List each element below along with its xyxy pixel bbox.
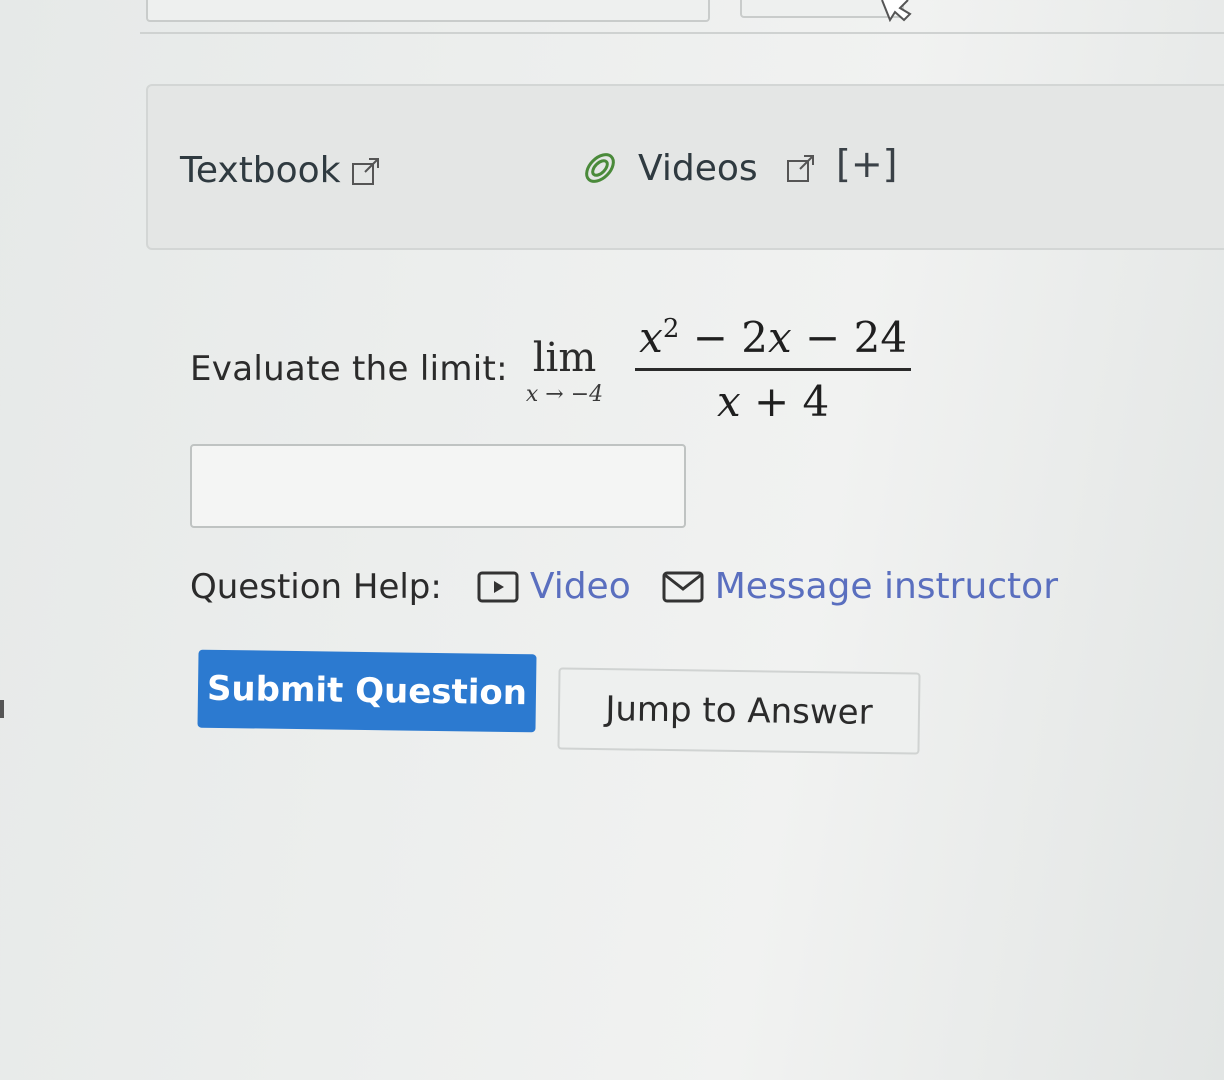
textbook-link[interactable]: Textbook <box>180 150 381 191</box>
question-help: Question Help: Video Message instructor <box>190 566 1088 607</box>
message-instructor-link[interactable]: Message instructor <box>661 566 1058 607</box>
limit-fraction: x2 − 2x − 24 x + 4 <box>635 313 912 426</box>
mouse-cursor-icon <box>881 0 912 22</box>
external-link-icon <box>786 155 814 182</box>
limit-operator: lim x → −4 <box>526 336 603 410</box>
help-video-label: Video <box>529 566 631 607</box>
jump-to-answer-button[interactable]: Jump to Answer <box>557 667 921 755</box>
question-help-label: Question Help: <box>190 566 442 607</box>
external-link-icon <box>351 157 379 185</box>
top-divider <box>140 32 1224 34</box>
top-cutoff-box-left <box>146 0 710 22</box>
videos-label: Videos <box>638 147 758 189</box>
message-instructor-label: Message instructor <box>714 566 1058 607</box>
submit-question-button[interactable]: Submit Question <box>197 649 537 733</box>
textbook-label: Textbook <box>180 150 341 191</box>
envelope-icon <box>662 571 704 602</box>
expand-toggle[interactable]: [+] <box>836 142 898 186</box>
help-video-link[interactable]: Video <box>476 566 631 607</box>
left-edge-marker <box>0 700 4 718</box>
lim-subscript: x → −4 <box>525 382 604 407</box>
videos-link[interactable]: Videos <box>578 146 816 190</box>
play-video-icon <box>477 571 519 602</box>
question-prompt: Evaluate the limit: <box>190 349 508 389</box>
paperclip-icon <box>585 153 615 183</box>
question-statement: Evaluate the limit: lim x → −4 x2 − 2x −… <box>190 304 912 434</box>
answer-input[interactable] <box>190 444 686 528</box>
fraction-denominator: x + 4 <box>716 376 830 426</box>
lim-word: lim <box>532 335 597 381</box>
fraction-numerator: x2 − 2x − 24 <box>635 313 912 371</box>
